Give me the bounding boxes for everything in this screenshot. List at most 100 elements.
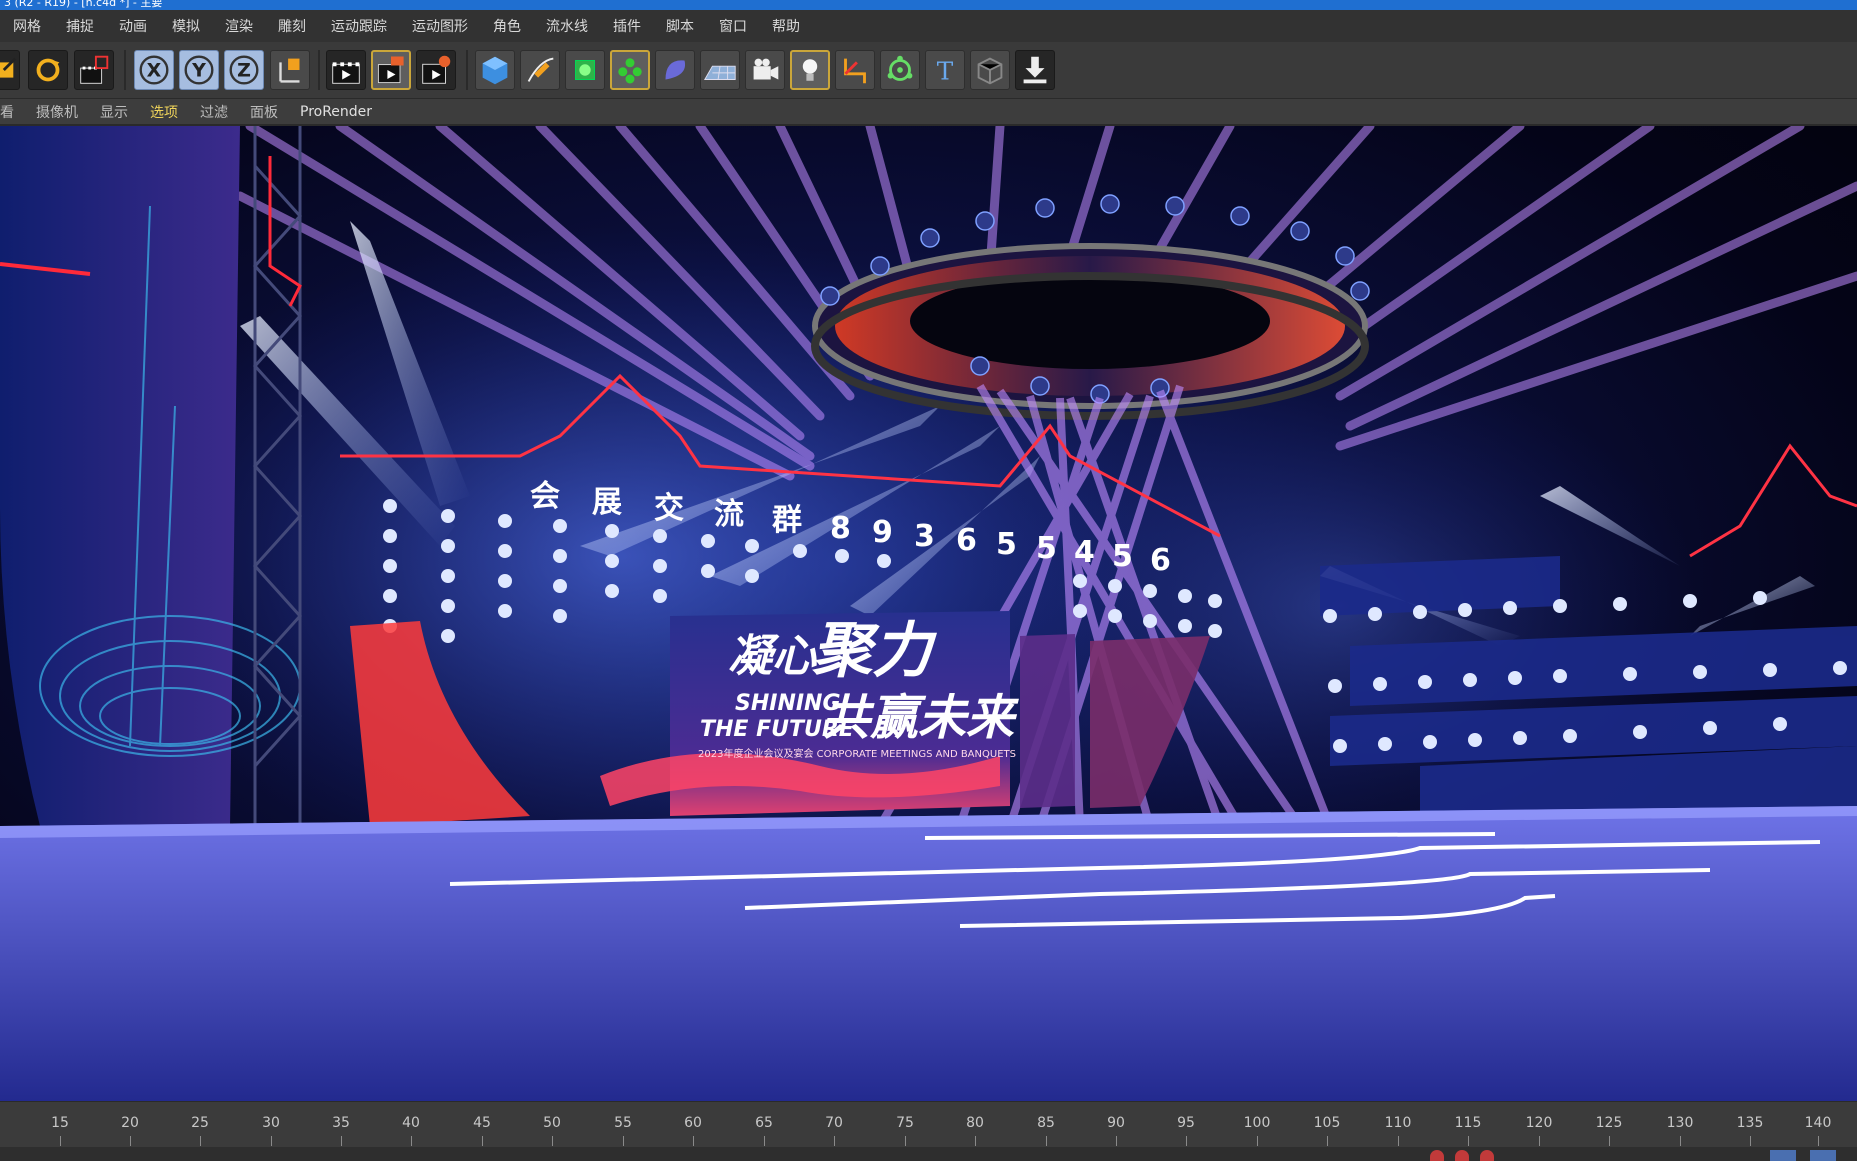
timeline-tick-label: 70 <box>825 1115 843 1131</box>
timeline-view-icon[interactable] <box>1810 1150 1836 1161</box>
3d-viewport[interactable]: 会 展 交 流 群 8 9 3 6 5 5 4 5 6 凝心 聚力 SHININ… <box>0 126 1857 1101</box>
transport-bar <box>0 1147 1857 1161</box>
timeline-tick-label: 125 <box>1595 1115 1623 1131</box>
x-axis-icon[interactable]: X <box>134 50 174 90</box>
window-title: 3 (R2 - R19) - [n.c4d *] - 主要 <box>4 0 163 9</box>
timeline-tick <box>482 1136 483 1146</box>
y-axis-icon[interactable]: Y <box>179 50 219 90</box>
menu-help[interactable]: 帮助 <box>759 16 812 36</box>
stage-floor <box>0 806 1857 1101</box>
menu-animate[interactable]: 动画 <box>106 16 159 36</box>
instance-icon[interactable] <box>970 50 1010 90</box>
timeline-tick <box>1818 1136 1819 1146</box>
pen-icon[interactable] <box>520 50 560 90</box>
timeline-tick <box>1186 1136 1187 1146</box>
banner-digit: 5 <box>996 527 1017 562</box>
timeline-tick-label: 130 <box>1666 1115 1694 1131</box>
timeline-tick-label: 120 <box>1525 1115 1553 1131</box>
deformer-icon[interactable] <box>655 50 695 90</box>
cloner-icon[interactable] <box>610 50 650 90</box>
timeline-tick <box>341 1136 342 1146</box>
menu-render[interactable]: 渲染 <box>212 16 265 36</box>
timeline-tick <box>200 1136 201 1146</box>
menu-window[interactable]: 窗口 <box>706 16 759 36</box>
view-menu-cameras[interactable]: 摄像机 <box>24 102 88 122</box>
z-axis-label: Z <box>237 60 251 82</box>
timeline-tick <box>1046 1136 1047 1146</box>
toolbar-separator <box>318 50 320 90</box>
cube-icon[interactable] <box>475 50 515 90</box>
keyframe-selection-icon[interactable] <box>1480 1150 1494 1161</box>
left-curved-screen <box>0 126 240 826</box>
title-cn-3: 共赢未来 <box>822 690 1019 746</box>
banner-digit: 6 <box>1150 543 1171 578</box>
timeline-settings-icon[interactable] <box>1770 1150 1796 1161</box>
timeline-tick-label: 60 <box>684 1115 702 1131</box>
view-menu-filter[interactable]: 过滤 <box>188 102 238 122</box>
title-cn-2: 聚力 <box>812 616 937 686</box>
timeline-tick <box>1609 1136 1610 1146</box>
toolbar-separator <box>466 50 468 90</box>
camera-icon[interactable] <box>745 50 785 90</box>
menu-mograph[interactable]: 运动图形 <box>399 16 480 36</box>
menu-pipeline[interactable]: 流水线 <box>533 16 600 36</box>
timeline-tick <box>905 1136 906 1146</box>
effector-icon[interactable] <box>880 50 920 90</box>
timeline-ruler[interactable]: 15 20 25 30 35 40 45 50 55 60 65 70 75 8… <box>0 1101 1857 1148</box>
timeline-tick <box>130 1136 131 1146</box>
coordinate-system-icon[interactable] <box>270 50 310 90</box>
render-view-icon[interactable] <box>326 50 366 90</box>
edit-render-settings-icon[interactable] <box>416 50 456 90</box>
render-settings-icon[interactable] <box>74 50 114 90</box>
view-menu-prorender[interactable]: ProRender <box>288 104 382 120</box>
view-menu-display[interactable]: 显示 <box>88 102 138 122</box>
timeline-tick-label: 65 <box>755 1115 773 1131</box>
menu-bar: 网格 捕捉 动画 模拟 渲染 雕刻 运动跟踪 运动图形 角色 流水线 插件 脚本… <box>0 10 1857 42</box>
render-picture-viewer-icon[interactable] <box>371 50 411 90</box>
z-axis-icon[interactable]: Z <box>224 50 264 90</box>
menu-motion-tracker[interactable]: 运动跟踪 <box>318 16 399 36</box>
banner-char: 流 <box>714 497 744 532</box>
banner-digit: 6 <box>956 523 977 558</box>
timeline-tick-label: 105 <box>1313 1115 1341 1131</box>
timeline-tick-label: 45 <box>473 1115 491 1131</box>
timeline-tick-label: 50 <box>543 1115 561 1131</box>
timeline-tick-label: 15 <box>51 1115 69 1131</box>
menu-plugins[interactable]: 插件 <box>600 16 653 36</box>
subdivision-icon[interactable] <box>565 50 605 90</box>
menu-snap[interactable]: 捕捉 <box>53 16 106 36</box>
banner-digit: 3 <box>914 519 935 554</box>
menu-script[interactable]: 脚本 <box>653 16 706 36</box>
y-axis-label: Y <box>191 60 206 82</box>
light-icon[interactable] <box>790 50 830 90</box>
record-icon[interactable] <box>1430 1150 1444 1161</box>
menu-character[interactable]: 角色 <box>480 16 533 36</box>
timeline-tick <box>1327 1136 1328 1146</box>
timeline-tick <box>271 1136 272 1146</box>
move-icon[interactable] <box>0 50 20 90</box>
timeline-tick <box>60 1136 61 1146</box>
menu-sculpt[interactable]: 雕刻 <box>265 16 318 36</box>
floor-icon[interactable] <box>700 50 740 90</box>
text-icon[interactable]: T <box>925 50 965 90</box>
import-icon[interactable] <box>1015 50 1055 90</box>
timeline-tick <box>1750 1136 1751 1146</box>
timeline-tick-label: 35 <box>332 1115 350 1131</box>
timeline-tick <box>975 1136 976 1146</box>
view-menu-view[interactable]: 查看 <box>0 102 24 122</box>
auto-key-icon[interactable] <box>1455 1150 1469 1161</box>
rotate-icon[interactable] <box>28 50 68 90</box>
view-menu-panel[interactable]: 面板 <box>238 102 288 122</box>
timeline-tick <box>834 1136 835 1146</box>
timeline-tick <box>1116 1136 1117 1146</box>
banner-digit: 5 <box>1036 531 1057 566</box>
menu-mesh[interactable]: 网格 <box>0 16 53 36</box>
timeline-tick-label: 135 <box>1736 1115 1764 1131</box>
joint-icon[interactable] <box>835 50 875 90</box>
menu-simulate[interactable]: 模拟 <box>159 16 212 36</box>
timeline-tick-label: 55 <box>614 1115 632 1131</box>
timeline-tick <box>693 1136 694 1146</box>
view-menu-options[interactable]: 选项 <box>138 102 188 122</box>
banner-digit: 9 <box>872 515 893 550</box>
banner-char: 交 <box>654 491 684 526</box>
